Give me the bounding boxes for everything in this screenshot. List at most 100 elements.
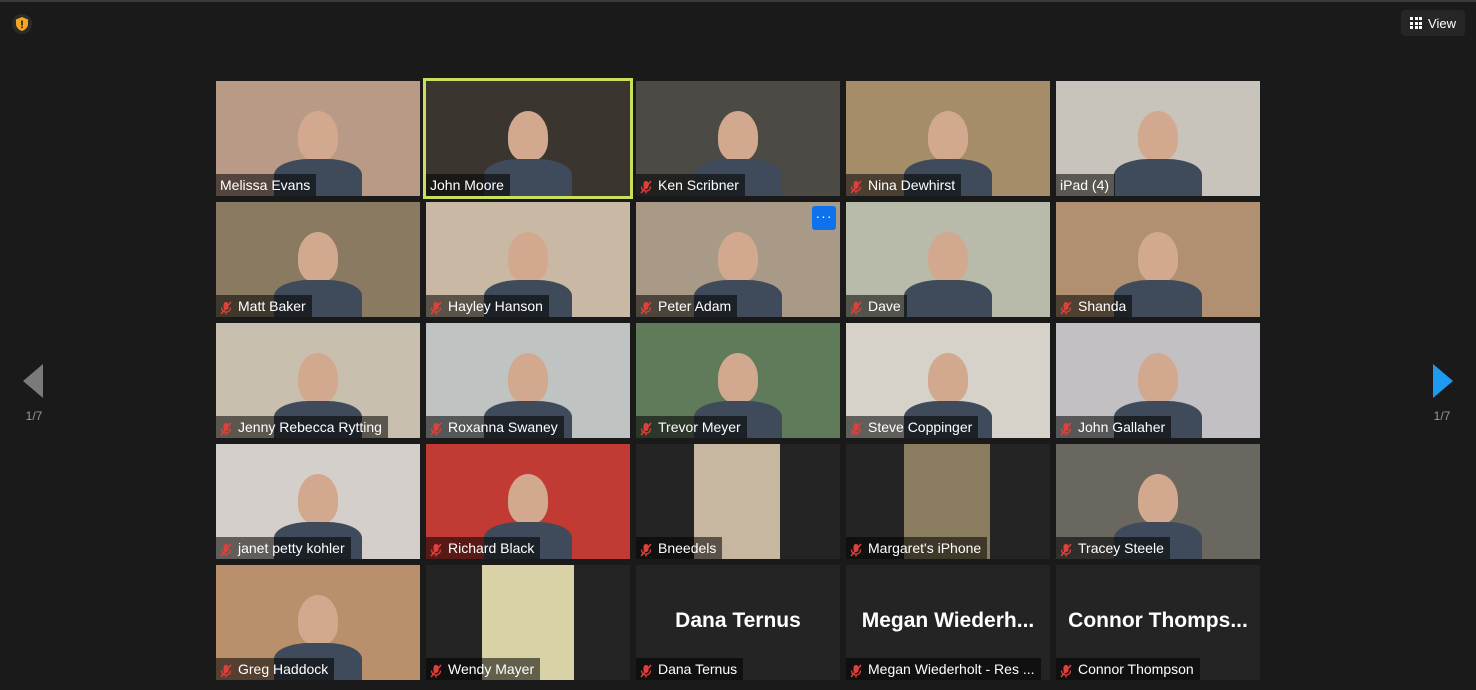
participant-tile[interactable]: Megan Wiederh... Megan Wiederholt - Res .… [846,565,1050,680]
participant-name-label: Margaret's iPhone [846,537,988,559]
gallery-grid: Melissa Evans John Moore Ken Scribner Nina … [216,81,1260,682]
chevron-left-icon [23,364,43,398]
participant-tile[interactable]: Trevor Meyer [636,323,840,438]
participant-tile[interactable]: Shanda [1056,202,1260,317]
participant-head [718,232,758,282]
participant-name-label: Dave [846,295,907,317]
participant-name: Margaret's iPhone [868,540,982,556]
participant-name-label: Roxanna Swaney [426,416,564,438]
participant-head [298,353,338,403]
participant-name: Ken Scribner [658,177,739,193]
participant-head [508,353,548,403]
muted-mic-icon [850,662,862,678]
participant-name-label: iPad (4) [1056,174,1116,196]
participant-name: Matt Baker [238,298,306,314]
participant-name: Hayley Hanson [448,298,543,314]
participant-tile[interactable]: ··· Peter Adam [636,202,840,317]
participant-name: Nina Dewhirst [868,177,956,193]
participant-head [1138,232,1178,282]
participant-tile[interactable]: Richard Black [426,444,630,559]
participant-tile[interactable]: Steve Coppinger [846,323,1050,438]
muted-mic-icon [220,420,232,436]
muted-mic-icon [430,299,442,315]
muted-mic-icon [430,662,442,678]
participant-tile[interactable]: Hayley Hanson [426,202,630,317]
participant-name-label: John Gallaher [1056,416,1172,438]
muted-mic-icon [1060,420,1072,436]
muted-mic-icon [1060,662,1072,678]
participant-tile[interactable]: janet petty kohler [216,444,420,559]
participant-display-name: Connor Thomps... [1068,609,1248,632]
participant-body [904,280,992,317]
muted-mic-icon [640,178,652,194]
participant-name: Melissa Evans [220,177,311,193]
participant-name-label: Bneedels [636,537,723,559]
participant-name-label: Megan Wiederholt - Res ... [846,658,1041,680]
participant-tile[interactable]: Jenny Rebecca Rytting [216,323,420,438]
participant-name: Jenny Rebecca Rytting [238,419,382,435]
participant-name: John Gallaher [1078,419,1166,435]
participant-head [928,111,968,161]
next-page-button[interactable]: 1/7 [1422,364,1462,434]
muted-mic-icon [1060,541,1072,557]
participant-display-name: Megan Wiederh... [861,609,1035,632]
participant-head [298,474,338,524]
participant-display-name: Dana Ternus [675,609,801,632]
participant-name-label: Ken Scribner [636,174,745,196]
participant-name: Greg Haddock [238,661,329,677]
participant-name: iPad (4) [1060,177,1110,193]
participant-tile[interactable]: Melissa Evans [216,81,420,196]
participant-tile[interactable]: Matt Baker [216,202,420,317]
participant-body [1114,159,1202,196]
participant-name: Connor Thompson [1078,661,1194,677]
participant-name: janet petty kohler [238,540,345,556]
participant-name-label: Greg Haddock [216,658,335,680]
participant-head [298,595,338,645]
previous-page-button[interactable]: 1/7 [14,364,54,434]
participant-tile[interactable]: Greg Haddock [216,565,420,680]
participant-head [508,232,548,282]
muted-mic-icon [850,299,862,315]
muted-mic-icon [850,541,862,557]
muted-mic-icon [430,541,442,557]
participant-name: Steve Coppinger [868,419,973,435]
participant-tile[interactable]: Dana Ternus Dana Ternus [636,565,840,680]
participant-name: Dave [868,298,901,314]
participant-name: Bneedels [658,540,717,556]
more-options-button[interactable]: ··· [812,206,836,230]
participant-head [718,111,758,161]
participant-tile[interactable]: Ken Scribner [636,81,840,196]
participant-name: Peter Adam [658,298,732,314]
participant-tile[interactable]: Dave [846,202,1050,317]
participant-name-label: Hayley Hanson [426,295,549,317]
muted-mic-icon [430,420,442,436]
participant-head [1138,111,1178,161]
participant-tile[interactable]: John Gallaher [1056,323,1260,438]
muted-mic-icon [640,420,652,436]
participant-tile[interactable]: Margaret's iPhone [846,444,1050,559]
participant-name-label: Shanda [1056,295,1133,317]
muted-mic-icon [220,662,232,678]
participant-tile[interactable]: Connor Thomps... Connor Thompson [1056,565,1260,680]
participant-name-label: janet petty kohler [216,537,351,559]
participant-tile[interactable]: John Moore [426,81,630,196]
view-button[interactable]: View [1401,10,1465,36]
participant-name-label: Dana Ternus [636,658,744,680]
participant-name-label: John Moore [426,174,510,196]
participant-name-label: Connor Thompson [1056,658,1200,680]
participant-tile[interactable]: Wendy Mayer [426,565,630,680]
participant-name: Wendy Mayer [448,661,535,677]
participant-name-label: Jenny Rebecca Rytting [216,416,388,438]
chevron-right-icon [1433,364,1453,398]
participant-tile[interactable]: Tracey Steele [1056,444,1260,559]
participant-name: Dana Ternus [658,661,738,677]
participant-name-label: Wendy Mayer [426,658,541,680]
participant-tile[interactable]: iPad (4) [1056,81,1260,196]
participant-name: Richard Black [448,540,535,556]
participant-tile[interactable]: Nina Dewhirst [846,81,1050,196]
view-button-label: View [1428,15,1456,31]
participant-tile[interactable]: Bneedels [636,444,840,559]
participant-tile[interactable]: Roxanna Swaney [426,323,630,438]
security-shield-icon[interactable] [12,14,32,34]
page-indicator-left: 1/7 [25,409,43,423]
